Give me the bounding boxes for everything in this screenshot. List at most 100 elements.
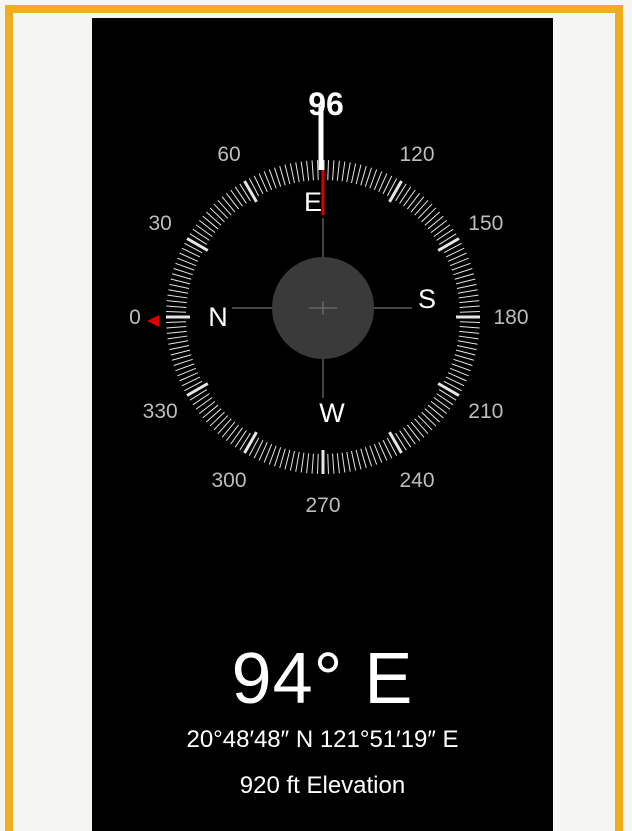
minor-tick [213, 203, 229, 219]
elevation-readout: 920 ft Elevation [239, 772, 406, 799]
minor-tick [279, 165, 286, 186]
minor-tick [225, 424, 240, 442]
compass-screen: 96 E N S W 0 30 60 120 150 180 210 240 270 300 330… [92, 18, 553, 831]
current-bearing-label: 96 [308, 86, 344, 122]
minor-tick [221, 196, 236, 213]
minor-tick [279, 448, 286, 469]
minor-tick [424, 408, 441, 423]
minor-tick [430, 219, 448, 234]
minor-tick [459, 330, 480, 334]
compass-dial[interactable]: 96 E N S W 0 30 60 120 150 180 210 240 270 300 330 [92, 18, 553, 618]
minor-tick [295, 451, 300, 472]
minor-tick [202, 215, 219, 230]
minor-tick [311, 453, 314, 474]
minor-tick [198, 219, 216, 234]
minor-tick [284, 449, 291, 470]
degree-label-270: 270 [305, 494, 340, 517]
minor-tick [195, 224, 213, 237]
minor-tick [406, 192, 421, 210]
minor-tick [453, 268, 473, 276]
minor-tick [456, 344, 477, 351]
cardinal-north: N [208, 302, 228, 332]
minor-tick [421, 411, 437, 427]
minor-tick [360, 165, 367, 186]
minor-tick [399, 430, 412, 448]
minor-tick [166, 305, 187, 308]
minor-tick [350, 163, 357, 184]
minor-tick [355, 449, 362, 470]
minor-tick [459, 300, 480, 304]
minor-tick [433, 397, 451, 410]
heading-readout: 94° E [231, 639, 414, 719]
minor-tick [171, 354, 192, 361]
minor-tick [300, 452, 305, 473]
minor-tick [364, 447, 372, 467]
minor-tick [205, 408, 222, 423]
major-tick [437, 382, 460, 397]
minor-tick [414, 199, 429, 216]
minor-tick [346, 451, 351, 472]
minor-tick [350, 450, 357, 471]
major-tick [388, 180, 403, 203]
minor-tick [209, 207, 225, 223]
minor-tick [173, 268, 193, 276]
minor-tick [360, 448, 367, 469]
minor-tick [455, 349, 476, 356]
minor-tick [274, 447, 282, 467]
minor-tick [341, 161, 346, 182]
minor-tick [410, 421, 425, 438]
minor-tick [417, 415, 433, 431]
minor-tick [217, 199, 232, 216]
minor-tick [317, 453, 319, 474]
minor-tick [284, 164, 291, 185]
major-tick [243, 180, 258, 203]
degree-label-30: 30 [149, 212, 172, 235]
north-arrow-icon [147, 315, 159, 327]
minor-tick [336, 453, 340, 474]
minor-tick [306, 453, 310, 474]
minor-tick [459, 311, 480, 313]
degree-label-60: 60 [217, 143, 240, 166]
minor-tick [406, 424, 421, 442]
minor-tick [456, 283, 477, 290]
minor-tick [230, 427, 243, 445]
minor-tick [436, 393, 454, 406]
degree-label-0: 0 [129, 306, 141, 329]
minor-tick [192, 393, 210, 406]
minor-tick [234, 186, 247, 204]
minor-tick [167, 335, 188, 340]
minor-tick [202, 404, 219, 419]
minor-tick [436, 228, 454, 241]
minor-tick [192, 228, 210, 241]
minor-tick [403, 427, 416, 445]
cardinal-south: S [418, 284, 436, 314]
minor-tick [410, 196, 425, 213]
minor-tick [166, 330, 187, 334]
minor-tick [230, 189, 243, 207]
minor-tick [453, 358, 473, 366]
minor-tick [170, 278, 191, 285]
minor-tick [417, 203, 433, 219]
degree-label-210: 210 [468, 400, 503, 423]
degree-label-330: 330 [143, 400, 178, 423]
coordinates-readout: 20°48′48″ N 121°51′19″ E [186, 726, 459, 753]
degree-label-240: 240 [399, 469, 434, 492]
minor-tick [234, 430, 247, 448]
minor-tick [341, 452, 346, 473]
minor-tick [454, 273, 475, 280]
minor-tick [166, 311, 187, 313]
minor-tick [427, 215, 444, 230]
degree-label-300: 300 [211, 469, 246, 492]
cardinal-west: W [319, 398, 345, 428]
minor-tick [403, 189, 416, 207]
minor-tick [454, 354, 475, 361]
minor-tick [311, 160, 314, 181]
minor-tick [295, 162, 300, 183]
minor-tick [457, 340, 478, 345]
minor-tick [173, 358, 193, 366]
minor-tick [364, 167, 372, 187]
minor-tick [424, 211, 441, 226]
minor-tick [166, 326, 187, 329]
cardinal-east: E [304, 187, 322, 217]
minor-tick [332, 160, 335, 181]
